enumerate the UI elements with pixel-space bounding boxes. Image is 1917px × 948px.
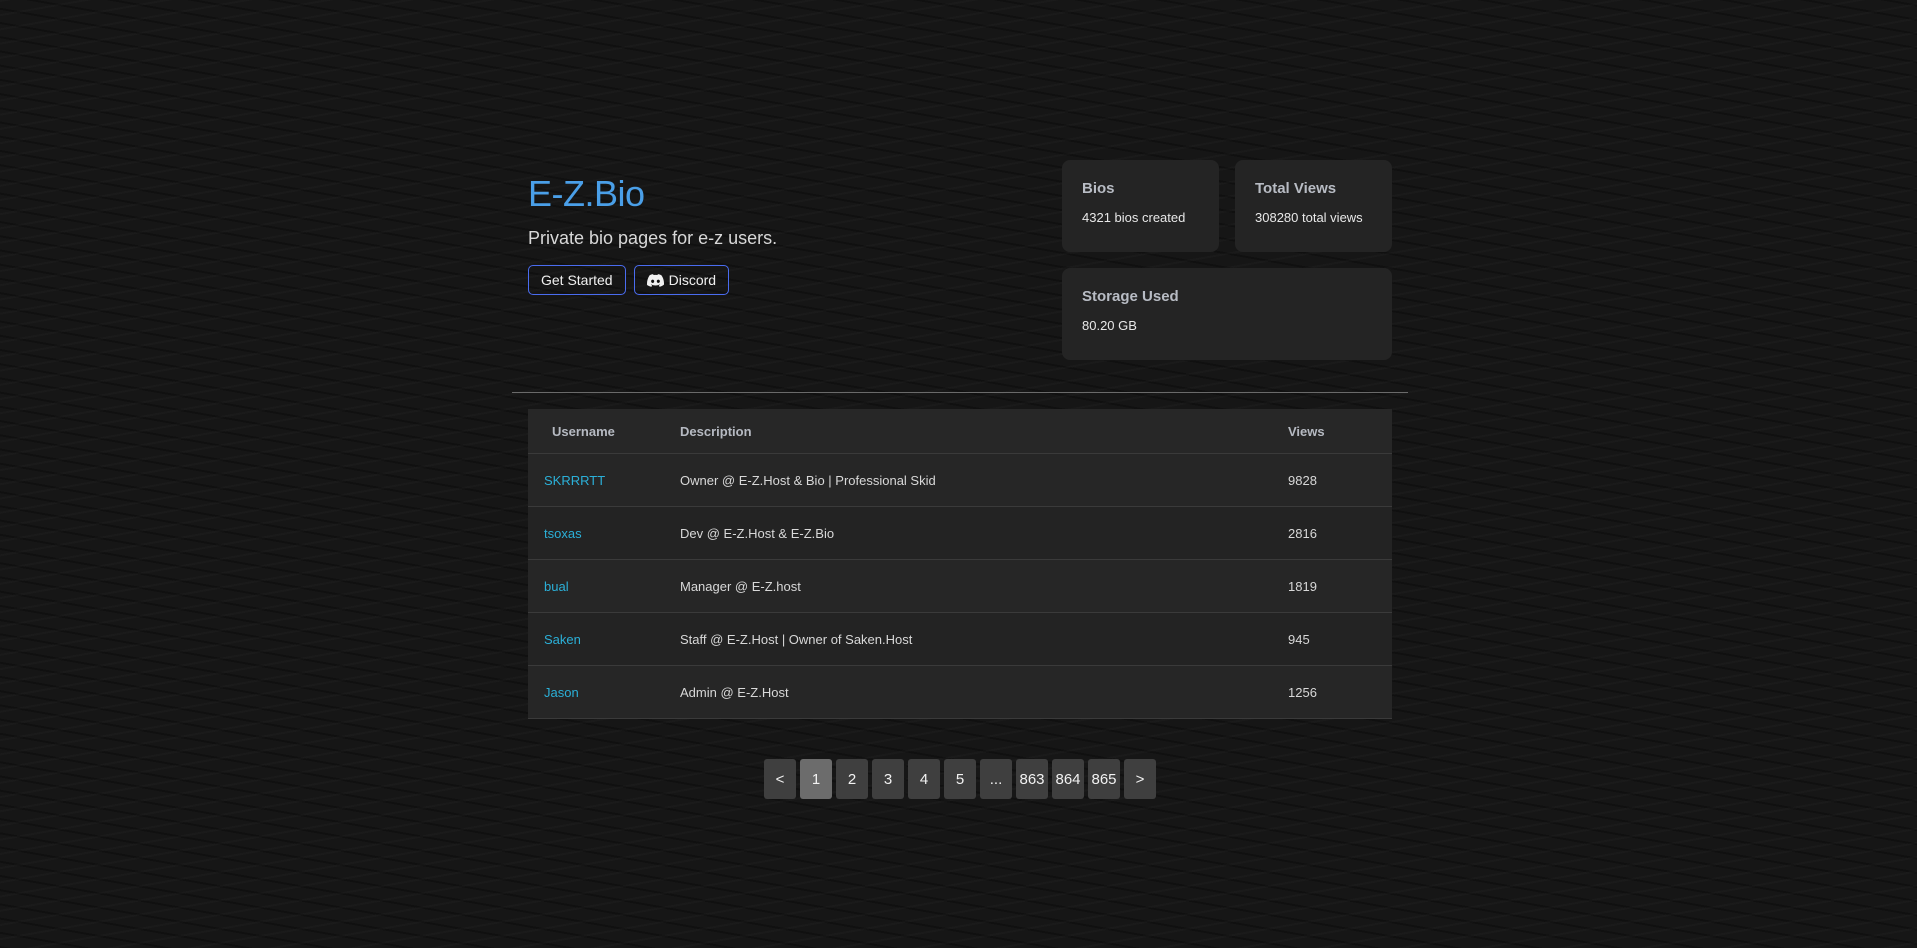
discord-label: Discord	[668, 272, 717, 288]
site-subtitle: Private bio pages for e-z users.	[528, 228, 778, 248]
description-cell: Staff @ E-Z.Host | Owner of Saken.Host	[680, 612, 1288, 666]
pagination: < 1 2 3 4 5 ... 863 864 865 >	[764, 759, 1156, 799]
username-link[interactable]: tsoxas	[544, 526, 582, 541]
description-cell: Admin @ E-Z.Host	[680, 665, 1288, 719]
discord-icon	[646, 273, 664, 287]
table-row: tsoxas Dev @ E-Z.Host & E-Z.Bio 2816	[528, 506, 1392, 560]
description-cell: Manager @ E-Z.host	[680, 559, 1288, 613]
get-started-button[interactable]: Get Started	[528, 265, 626, 295]
page-button-2[interactable]: 2	[836, 759, 868, 799]
get-started-label: Get Started	[541, 272, 613, 288]
bios-table: Username Description Views SKRRRTT Owner…	[528, 409, 1392, 719]
username-cell: SKRRRTT	[528, 453, 680, 507]
page-button-865[interactable]: 865	[1088, 759, 1120, 799]
hero-section: E-Z.Bio Private bio pages for e-z users.…	[528, 170, 1008, 295]
bios-stat-label: Bios	[1082, 180, 1115, 197]
username-link[interactable]: Saken	[544, 632, 581, 647]
username-cell: tsoxas	[528, 506, 680, 560]
storage-stat-label: Storage Used	[1082, 288, 1179, 305]
bios-table-container: Username Description Views SKRRRTT Owner…	[528, 409, 1392, 719]
description-cell: Owner @ E-Z.Host & Bio | Professional Sk…	[680, 453, 1288, 507]
bios-stat-card: Bios 4321 bios created	[1062, 160, 1219, 252]
username-link[interactable]: SKRRRTT	[544, 473, 605, 488]
page: E-Z.Bio Private bio pages for e-z users.…	[0, 0, 1917, 948]
page-ellipsis: ...	[980, 759, 1012, 799]
description-column-header[interactable]: Description	[680, 409, 1288, 454]
page-button-863[interactable]: 863	[1016, 759, 1048, 799]
next-page-button[interactable]: >	[1124, 759, 1156, 799]
discord-button[interactable]: Discord	[633, 265, 730, 295]
page-button-5[interactable]: 5	[944, 759, 976, 799]
views-stat-card: Total Views 308280 total views	[1235, 160, 1392, 252]
views-stat-value: 308280 total views	[1255, 210, 1363, 225]
site-title: E-Z.Bio	[528, 173, 645, 214]
views-cell: 1819	[1288, 559, 1392, 613]
username-column-header[interactable]: Username	[528, 409, 680, 454]
divider	[512, 392, 1408, 393]
views-cell: 1256	[1288, 665, 1392, 719]
table-row: Jason Admin @ E-Z.Host 1256	[528, 665, 1392, 719]
table-row: SKRRRTT Owner @ E-Z.Host & Bio | Profess…	[528, 453, 1392, 507]
page-button-4[interactable]: 4	[908, 759, 940, 799]
username-cell: bual	[528, 559, 680, 613]
storage-stat-card: Storage Used 80.20 GB	[1062, 268, 1392, 360]
page-button-1[interactable]: 1	[800, 759, 832, 799]
views-stat-label: Total Views	[1255, 180, 1337, 197]
username-cell: Saken	[528, 612, 680, 666]
table-header-row: Username Description Views	[528, 409, 1392, 454]
prev-page-button[interactable]: <	[764, 759, 796, 799]
views-column-header[interactable]: Views	[1288, 409, 1392, 454]
description-cell: Dev @ E-Z.Host & E-Z.Bio	[680, 506, 1288, 560]
username-link[interactable]: bual	[544, 579, 569, 594]
views-cell: 945	[1288, 612, 1392, 666]
username-cell: Jason	[528, 665, 680, 719]
hero-buttons: Get Started Discord	[528, 265, 1008, 295]
username-link[interactable]: Jason	[544, 685, 579, 700]
views-cell: 9828	[1288, 453, 1392, 507]
storage-stat-value: 80.20 GB	[1082, 318, 1137, 333]
page-button-864[interactable]: 864	[1052, 759, 1084, 799]
page-button-3[interactable]: 3	[872, 759, 904, 799]
bios-stat-value: 4321 bios created	[1082, 210, 1186, 225]
views-cell: 2816	[1288, 506, 1392, 560]
table-row: bual Manager @ E-Z.host 1819	[528, 559, 1392, 613]
table-row: Saken Staff @ E-Z.Host | Owner of Saken.…	[528, 612, 1392, 666]
